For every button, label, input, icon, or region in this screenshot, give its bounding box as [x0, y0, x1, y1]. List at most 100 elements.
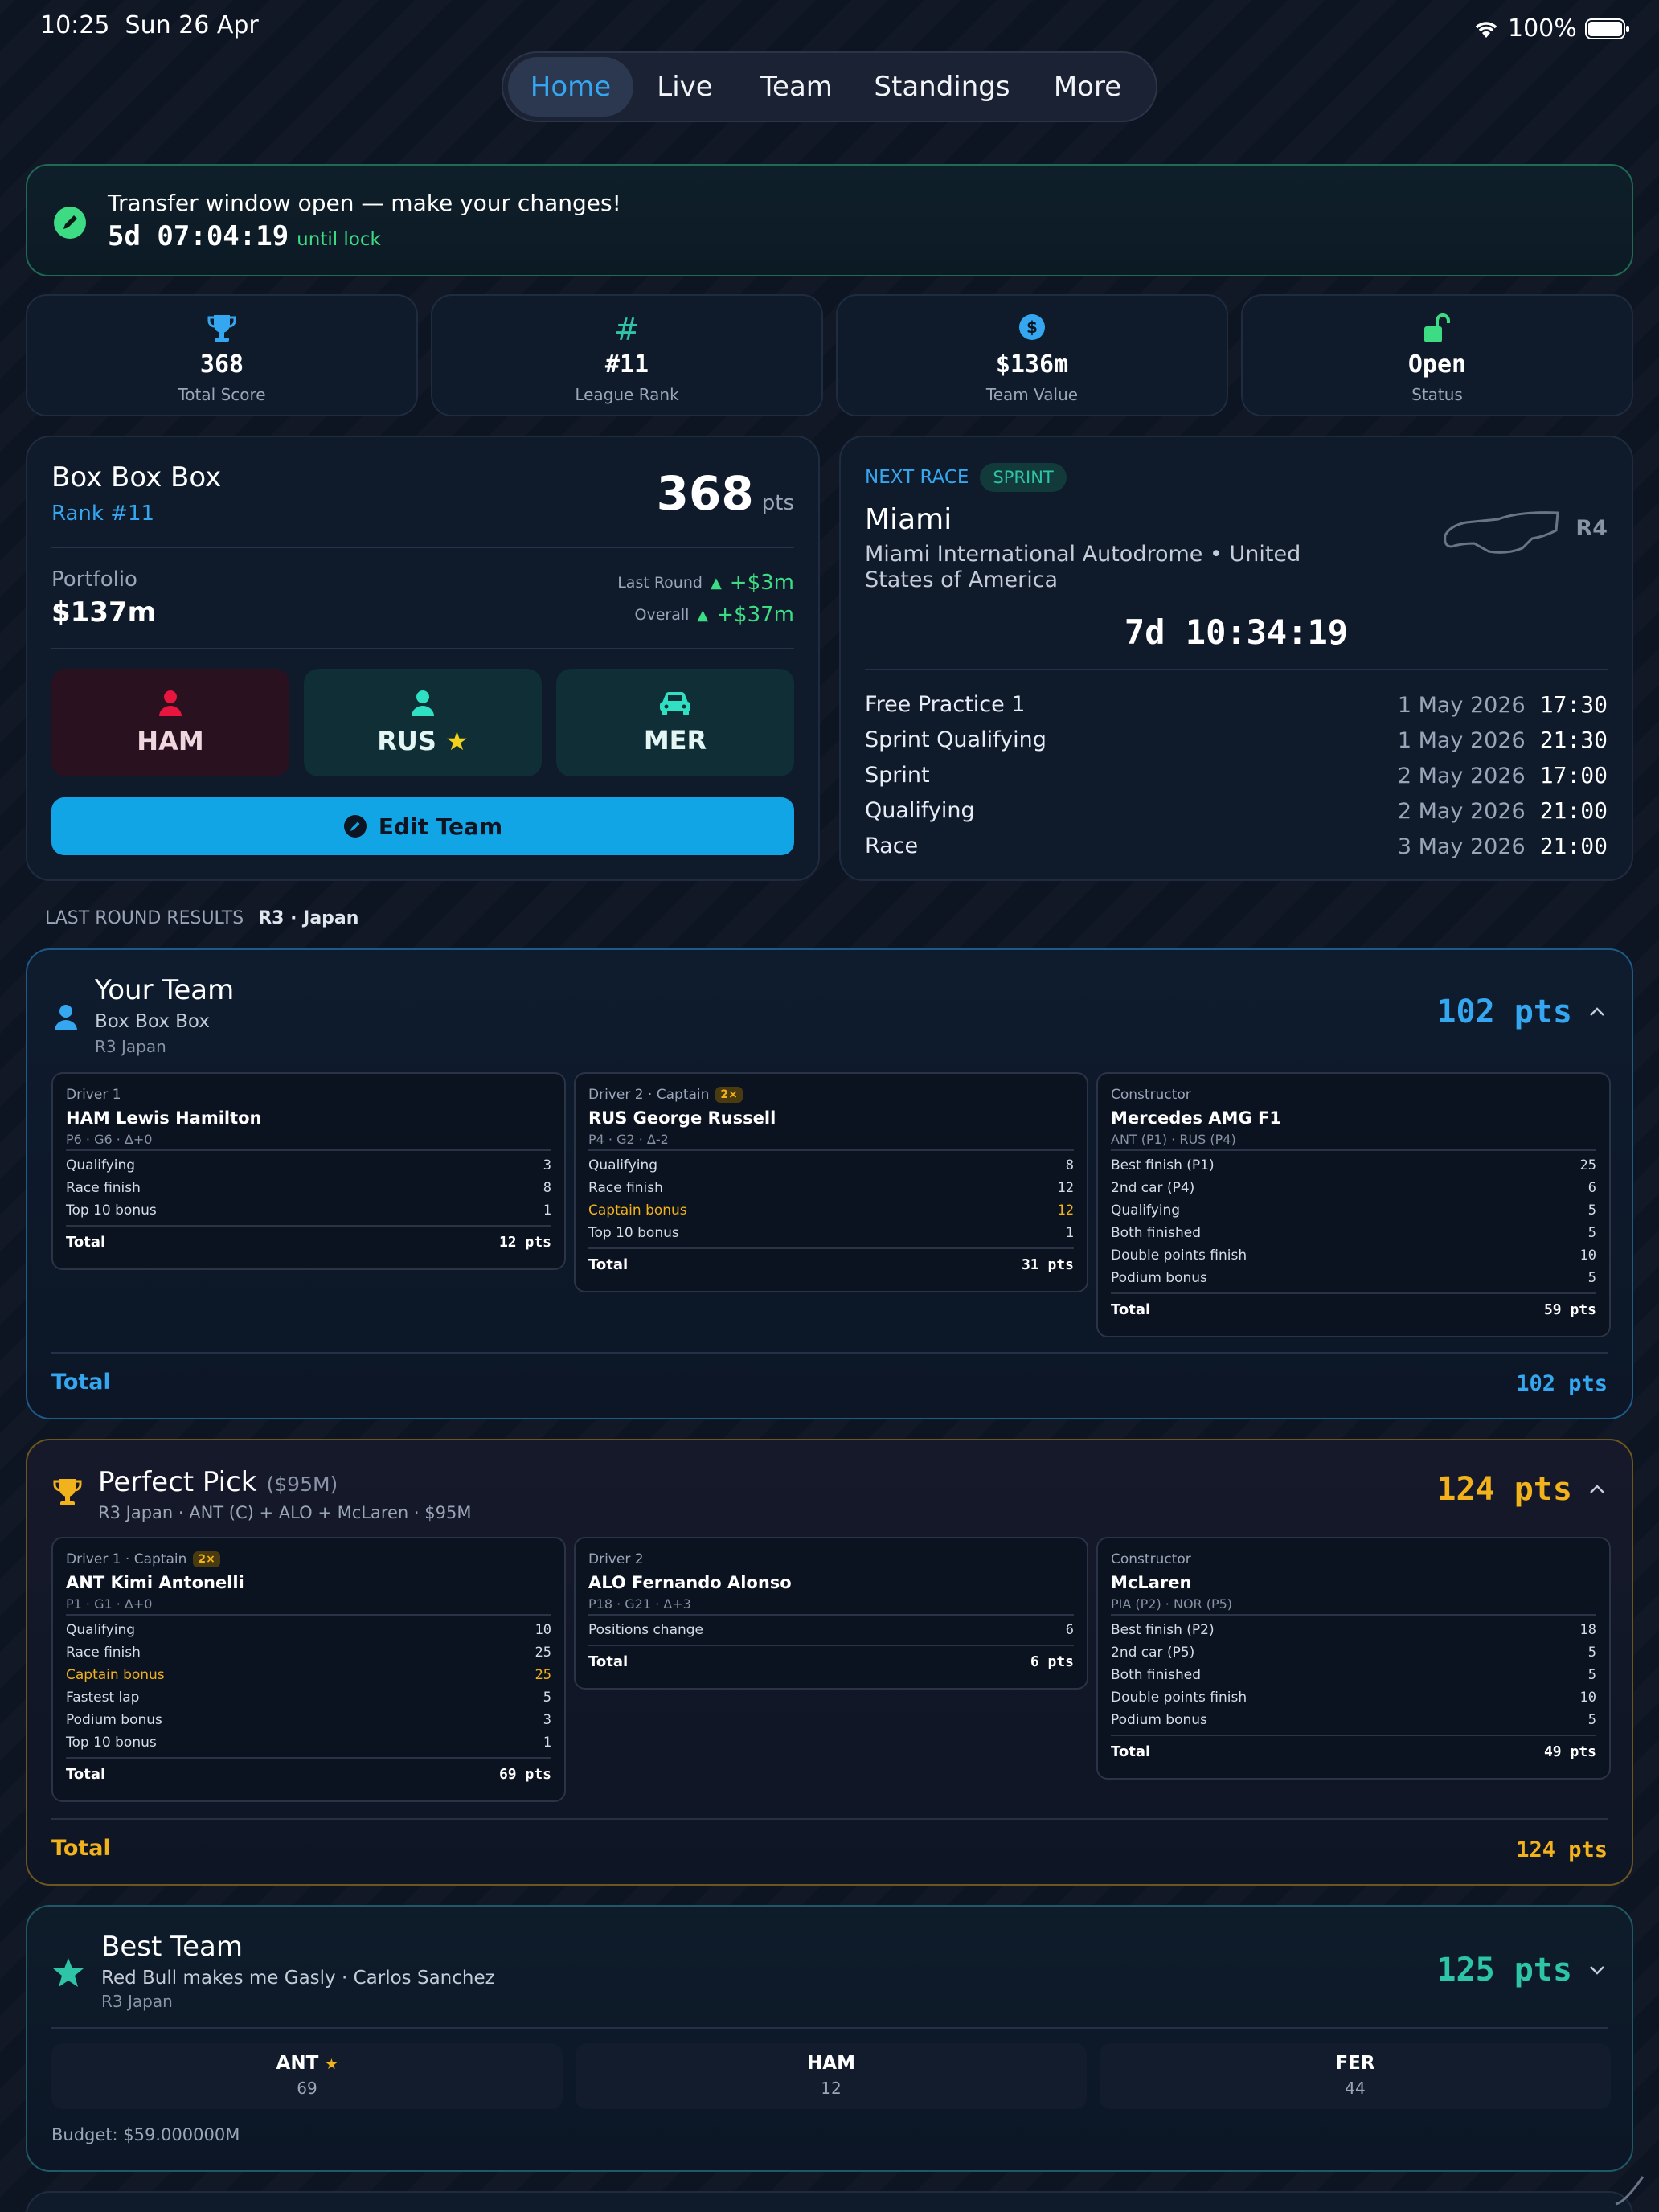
best-team-subtitle: Red Bull makes me Gasly · Carlos Sanchez — [101, 1968, 495, 1989]
session-row: Qualifying 2 May 2026 21:00 — [865, 793, 1608, 828]
trophy-icon — [207, 315, 236, 342]
stat-label: Team Value — [985, 385, 1079, 404]
card-total: Total 31 pts — [588, 1247, 1074, 1280]
next-race-card[interactable]: NEXT RACE SPRINT Miami Miami Internation… — [839, 436, 1633, 881]
edit-team-button[interactable]: Edit Team — [51, 797, 794, 855]
card-meta: ANT (P1) · RUS (P4) — [1111, 1132, 1596, 1151]
card-head: Driver 2 · Captain 2× — [588, 1085, 1074, 1104]
stat-label: League Rank — [575, 385, 679, 404]
card-meta: P18 · G21 · Δ+3 — [588, 1596, 1074, 1616]
score-row: Top 10 bonus 1 — [588, 1225, 1074, 1241]
tab-standings[interactable]: Standings — [857, 57, 1027, 117]
star-icon — [53, 1958, 84, 1987]
chip-ham[interactable]: HAM — [51, 669, 289, 776]
stat-team-value: $ $136m Team Value — [836, 294, 1228, 416]
tab-team[interactable]: Team — [736, 57, 857, 117]
session-name: Free Practice 1 — [865, 691, 1026, 717]
chip-rus[interactable]: RUS ★ — [304, 669, 542, 776]
tab-home[interactable]: Home — [508, 57, 633, 117]
chevron-up-icon[interactable] — [1588, 1006, 1606, 1018]
unlock-icon — [1424, 313, 1450, 342]
divider — [51, 648, 794, 649]
session-date: 2 May 2026 — [1397, 798, 1526, 824]
transfer-message: Transfer window open — make your changes… — [108, 190, 621, 216]
score-row: Best finish (P1) 25 — [1111, 1157, 1596, 1174]
score-row: Both finished 5 — [1111, 1225, 1596, 1241]
your-team-subtitle: Box Box Box — [95, 1011, 210, 1032]
last-round-change: Last Round ▲ +$3m — [617, 571, 794, 595]
perfect-pick-total-label: Total — [51, 1836, 111, 1861]
race-round: R4 — [1575, 516, 1608, 541]
stat-value: $136m — [995, 350, 1069, 379]
card-head: Driver 1 · Captain 2× — [66, 1550, 551, 1569]
next-race-header: NEXT RACE SPRINT — [865, 463, 1067, 492]
score-row: Best finish (P2) 18 — [1111, 1622, 1596, 1638]
card-head-label: Driver 1 — [66, 1087, 121, 1103]
tab-more[interactable]: More — [1027, 57, 1148, 117]
card-head: Constructor — [1111, 1085, 1596, 1104]
edit-team-label: Edit Team — [378, 813, 503, 840]
person-icon — [55, 1005, 77, 1030]
pencil-icon — [54, 207, 86, 239]
track-map-icon — [1444, 511, 1559, 554]
your-team-points: 102 pts — [1436, 993, 1572, 1030]
session-name: Qualifying — [865, 797, 975, 823]
score-row: Race finish 12 — [588, 1180, 1074, 1196]
stat-value: #11 — [604, 350, 649, 379]
session-time: 17:00 — [1539, 761, 1608, 789]
your-team-section: Your Team Box Box Box R3 Japan 102 pts D… — [26, 948, 1633, 1419]
transfer-suffix: until lock — [297, 229, 381, 250]
breakdown-card-driver2: Driver 2 · Captain 2× RUS George Russell … — [574, 1072, 1088, 1292]
your-team-total-value: 102 pts — [1516, 1371, 1608, 1396]
card-total: Total 49 pts — [1111, 1735, 1596, 1767]
breakdown-card-driver1: Driver 1 · Captain 2× ANT Kimi Antonelli … — [51, 1537, 566, 1802]
chevron-up-icon[interactable] — [1588, 1484, 1606, 1495]
pick-points: 69 — [297, 2079, 317, 2098]
captain-star-icon: ★ — [325, 2056, 338, 2073]
portfolio-label: Portfolio — [51, 567, 137, 592]
best-pick-ant: ANT ★ 69 — [51, 2043, 563, 2109]
divider — [51, 1818, 1608, 1820]
next-section-peek — [26, 2191, 1633, 2212]
tab-bar: Home Live Team Standings More — [502, 51, 1157, 122]
dollar-icon: $ — [1019, 314, 1045, 340]
up-arrow-icon: ▲ — [710, 574, 722, 592]
perfect-pick-subtitle: R3 Japan · ANT (C) + ALO + McLaren · $95… — [98, 1503, 472, 1522]
team-points-unit: pts — [761, 491, 794, 515]
session-name: Sprint — [865, 762, 930, 788]
card-name: ALO Fernando Alonso — [588, 1573, 792, 1592]
breakdown-card-driver2: Driver 2 ALO Fernando Alonso P18 · G21 ·… — [574, 1537, 1088, 1690]
card-name: McLaren — [1111, 1573, 1192, 1592]
transfer-banner[interactable]: Transfer window open — make your changes… — [26, 164, 1633, 276]
team-name: Box Box Box — [51, 461, 222, 494]
card-head: Driver 2 — [588, 1550, 1074, 1569]
chevron-down-icon[interactable] — [1588, 1964, 1606, 1976]
captain-multiplier-badge: 2× — [193, 1551, 220, 1567]
score-row: Qualifying 10 — [66, 1622, 551, 1638]
card-head-label: Driver 1 · Captain — [66, 1551, 187, 1567]
card-meta: P1 · G1 · Δ+0 — [66, 1596, 551, 1616]
your-team-round: R3 Japan — [95, 1037, 166, 1056]
session-time: 21:00 — [1539, 797, 1608, 824]
captain-bonus-row: Captain bonus 25 — [66, 1667, 551, 1683]
sprint-badge: SPRINT — [980, 463, 1067, 492]
score-row: Top 10 bonus 1 — [66, 1202, 551, 1219]
chip-mer[interactable]: MER — [556, 669, 794, 776]
card-total: Total 69 pts — [66, 1757, 551, 1789]
perfect-pick-title-row: Perfect Pick ($95M) — [98, 1466, 338, 1498]
score-row: Fastest lap 5 — [66, 1690, 551, 1706]
session-row: Free Practice 1 1 May 2026 17:30 — [865, 686, 1608, 722]
tab-live[interactable]: Live — [633, 57, 736, 117]
scroll-indicator-icon — [1615, 2176, 1645, 2206]
score-row: Podium bonus 5 — [1111, 1270, 1596, 1286]
team-points-value: 368 — [656, 466, 754, 521]
stat-league-rank: # #11 League Rank — [431, 294, 823, 416]
last-round-results-label: LAST ROUND RESULTS — [45, 908, 244, 928]
person-icon — [412, 690, 434, 716]
score-row: Top 10 bonus 1 — [66, 1735, 551, 1751]
session-row: Race 3 May 2026 21:00 — [865, 828, 1608, 863]
last-round-label: Last Round — [617, 574, 703, 592]
breakdown-card-constructor: Constructor Mercedes AMG F1 ANT (P1) · R… — [1096, 1072, 1611, 1337]
session-time: 21:00 — [1539, 832, 1608, 859]
last-round-header: LAST ROUND RESULTS R3 · Japan — [45, 908, 358, 928]
